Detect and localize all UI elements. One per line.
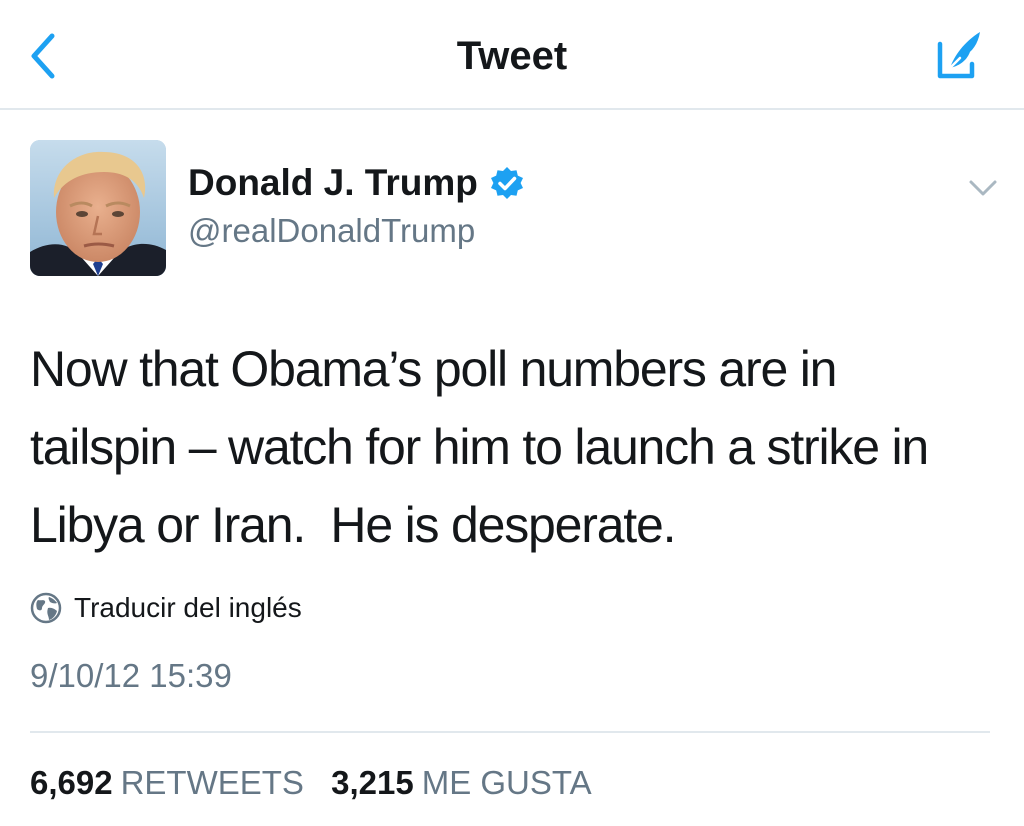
translate-label: Traducir del inglés [74,592,302,623]
chevron-down-icon [969,180,997,196]
divider [30,731,990,733]
tweet-timestamp: 9/10/12 15:39 [30,657,232,694]
author-name[interactable]: Donald J. Trump [188,160,524,206]
retweets-stat[interactable]: 6,692 RETWEETS [30,762,304,804]
nav-bar: Tweet [0,0,1024,110]
likes-label: ME GUSTA [421,764,592,801]
author-name-label: Donald J. Trump [188,162,478,203]
tweet-options-button[interactable] [966,176,1000,200]
avatar[interactable] [30,140,166,276]
compose-tweet-icon [937,32,980,79]
translate-button[interactable]: Traducir del inglés [30,590,302,626]
compose-tweet-button[interactable] [926,24,990,88]
page-title: Tweet [456,34,568,78]
tweet-stats: 6,692 RETWEETS 3,215 ME GUSTA [30,762,592,804]
verified-badge-icon [490,167,523,199]
likes-stat[interactable]: 3,215 ME GUSTA [331,762,592,804]
retweets-label: RETWEETS [120,764,304,801]
likes-count: 3,215 [331,764,414,801]
globe-icon [30,592,62,624]
tweet-text: Now that Obama’s poll numbers are in tai… [30,341,941,553]
author-handle[interactable]: @realDonaldTrump [188,210,475,252]
retweets-count: 6,692 [30,764,113,801]
profile-photo [30,140,166,276]
